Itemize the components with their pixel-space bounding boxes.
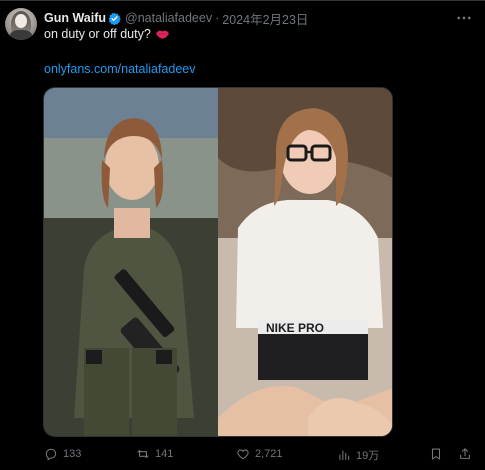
- casual-illustration: NIKE PRO: [218, 88, 392, 436]
- tweet-date[interactable]: 2024年2月23日: [222, 9, 308, 28]
- tweet-link[interactable]: onlyfans.com/nataliafadeev: [44, 62, 195, 76]
- avatar[interactable]: [5, 8, 37, 40]
- bookmark-button[interactable]: [429, 447, 448, 461]
- reply-icon: [45, 448, 57, 461]
- reply-button[interactable]: 133: [44, 447, 81, 461]
- views-icon: [339, 450, 350, 461]
- like-button[interactable]: 2,721: [236, 447, 283, 461]
- views-button[interactable]: 19万: [337, 447, 379, 463]
- header-separator: ·: [215, 11, 220, 25]
- media-photo-soldier[interactable]: [44, 88, 218, 436]
- more-icon[interactable]: [455, 9, 473, 27]
- author-handle[interactable]: @nataliafadeev: [125, 11, 212, 25]
- repost-button[interactable]: 141: [136, 447, 173, 461]
- tweet-text-content: on duty or off duty?: [44, 27, 151, 41]
- bookmark-icon: [431, 448, 441, 460]
- tweet-header: Gun Waifu @nataliafadeev · 2024年2月23日: [44, 9, 308, 28]
- tweet[interactable]: Gun Waifu @nataliafadeev · 2024年2月23日 on…: [0, 0, 485, 470]
- views-count: 19万: [356, 450, 380, 462]
- tweet-actions: 133 141 2,721 19万: [44, 447, 474, 465]
- lips-emoji-icon: [155, 30, 169, 39]
- repost-count: 141: [155, 448, 174, 460]
- display-name[interactable]: Gun Waifu: [44, 11, 106, 25]
- verified-badge-icon: [108, 12, 121, 25]
- media-photo-casual[interactable]: NIKE PRO: [218, 88, 392, 436]
- soldier-illustration: [44, 88, 218, 436]
- reply-count: 133: [63, 448, 82, 460]
- tweet-text: on duty or off duty?: [44, 27, 170, 41]
- share-icon: [460, 448, 470, 459]
- avatar-body: [10, 30, 32, 40]
- like-count: 2,721: [255, 448, 283, 460]
- like-icon: [237, 449, 249, 460]
- avatar-face: [15, 14, 27, 28]
- tweet-media[interactable]: NIKE PRO: [43, 87, 393, 437]
- share-button[interactable]: [458, 447, 477, 461]
- svg-text:NIKE PRO: NIKE PRO: [266, 321, 324, 335]
- repost-icon: [137, 449, 149, 459]
